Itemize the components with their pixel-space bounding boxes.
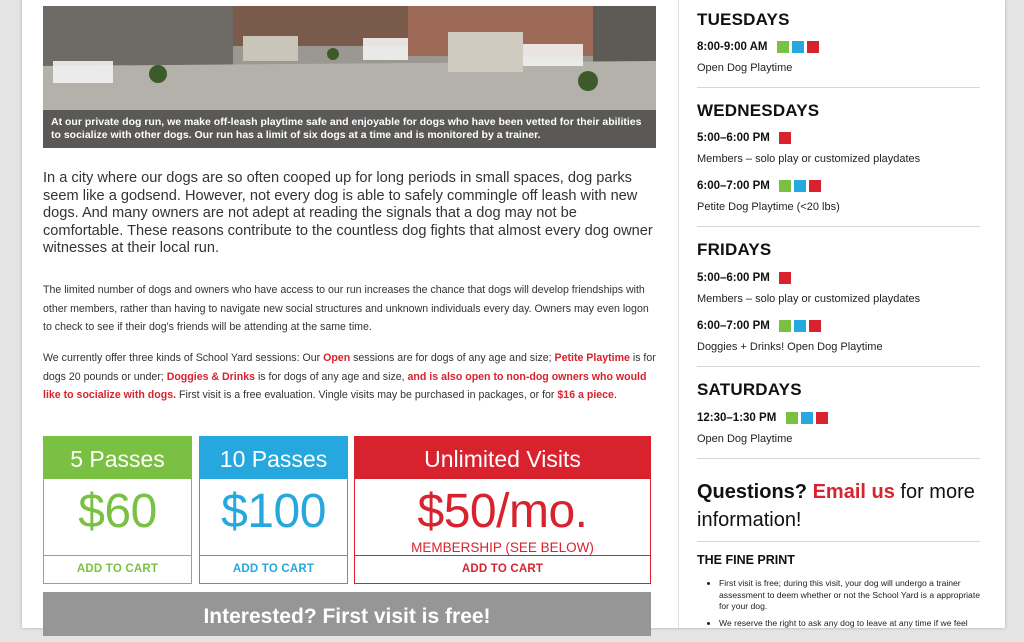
first-visit-banner[interactable]: Interested? First visit is free! — [43, 592, 651, 636]
day-heading-wednesdays: WEDNESDAYS — [697, 101, 820, 120]
email-us-link[interactable]: Email us — [813, 481, 895, 503]
slot-description: Members – solo play or customized playda… — [697, 293, 921, 306]
members-key-square — [806, 40, 819, 53]
column-divider — [678, 0, 679, 628]
members-key-square — [815, 411, 828, 424]
pricing-card-unlimited: Unlimited Visits $50/mo. MEMBERSHIP (SEE… — [354, 436, 651, 584]
page: At our private dog run, we make off-leas… — [22, 0, 1005, 636]
text: . — [613, 389, 617, 402]
schedule-slot: 5:00–6:00 PM Members – solo play or cust… — [697, 269, 983, 305]
membership-note: MEMBERSHIP (SEE BELOW) — [411, 540, 594, 555]
slot-time: 12:30–1:30 PM — [697, 412, 777, 424]
day-heading-tuesdays: TUESDAYS — [697, 10, 790, 29]
open-session-label: Open — [323, 352, 351, 364]
pricing-card-price: $100 — [221, 485, 326, 538]
body-paragraph-sessions: We currently offer three kinds of School… — [43, 349, 656, 405]
petite-key-square — [794, 179, 807, 192]
divider — [697, 366, 980, 367]
pricing-card-10-passes: 10 Passes $100 ADD TO CART — [199, 436, 348, 584]
day-heading-fridays: FRIDAYS — [697, 240, 772, 259]
divider — [697, 226, 980, 227]
open-key-square — [779, 179, 792, 192]
divider — [697, 87, 980, 88]
add-to-cart-button[interactable]: ADD TO CART — [44, 555, 191, 583]
members-key-square — [809, 319, 822, 332]
members-key-square — [779, 271, 792, 284]
session-color-keys — [776, 317, 822, 335]
pricing-card-price: $50/mo. — [417, 485, 588, 538]
pricing-card-title: 5 Passes — [44, 437, 191, 479]
open-key-square — [785, 411, 798, 424]
add-to-cart-button[interactable]: ADD TO CART — [200, 555, 347, 583]
slot-time: 8:00-9:00 AM — [697, 41, 768, 53]
pricing-card-title: 10 Passes — [200, 437, 347, 479]
members-key-square — [779, 131, 792, 144]
schedule-slot: 12:30–1:30 PM Open Dog Playtime — [697, 409, 983, 445]
single-visit-price: $16 a piece — [557, 389, 614, 402]
open-key-square — [779, 319, 792, 332]
dog-run-photo: At our private dog run, we make off-leas… — [43, 6, 656, 148]
intro-paragraph: In a city where our dogs are so often co… — [43, 170, 653, 257]
schedule-slot: 6:00–7:00 PM Petite Dog Playtime (<20 lb… — [697, 177, 983, 213]
questions-callout: Questions? Email us for more information… — [697, 478, 983, 534]
session-color-keys — [776, 269, 792, 287]
session-color-keys — [776, 129, 792, 147]
photo-caption: At our private dog run, we make off-leas… — [43, 110, 656, 148]
body-paragraph-1: The limited number of dogs and owners wh… — [43, 284, 649, 334]
open-key-square — [776, 40, 789, 53]
schedule-sidebar: TUESDAYS 8:00-9:00 AM Open Dog Playtime … — [697, 0, 983, 628]
day-heading-saturdays: SATURDAYS — [697, 380, 802, 399]
text: First visit is a free evaluation. Vingle… — [176, 389, 558, 402]
session-color-keys — [774, 38, 819, 56]
slot-description: Open Dog Playtime — [697, 433, 793, 446]
fine-print-list: First visit is free; during this visit, … — [697, 578, 980, 634]
slot-description: Petite Dog Playtime (<20 lbs) — [697, 201, 840, 214]
pricing-card-title: Unlimited Visits — [355, 437, 650, 479]
slot-description: Members – solo play or customized playda… — [697, 153, 921, 166]
doggies-drinks-label: Doggies & Drinks — [166, 370, 255, 383]
fine-print-heading: THE FINE PRINT — [697, 553, 795, 567]
questions-label: Questions? — [697, 481, 808, 503]
pricing-card-price: $60 — [78, 485, 157, 538]
session-color-keys — [776, 177, 822, 195]
divider — [697, 541, 980, 542]
slot-description: Open Dog Playtime — [697, 62, 793, 75]
slot-time: 5:00–6:00 PM — [697, 272, 770, 284]
text: is for dogs of any age and size, — [255, 370, 408, 383]
petite-key-square — [791, 40, 804, 53]
schedule-slot: 6:00–7:00 PM Doggies + Drinks! Open Dog … — [697, 317, 983, 353]
slot-time: 5:00–6:00 PM — [697, 132, 770, 144]
slot-description: Doggies + Drinks! Open Dog Playtime — [697, 341, 883, 354]
pricing-card-5-passes: 5 Passes $60 ADD TO CART — [43, 436, 192, 584]
text: sessions are for dogs of any age and siz… — [350, 352, 555, 364]
text: We currently offer three kinds of School… — [43, 352, 324, 364]
add-to-cart-button[interactable]: ADD TO CART — [355, 555, 650, 583]
schedule-slot: 8:00-9:00 AM Open Dog Playtime — [697, 38, 983, 74]
petite-playtime-label: Petite Playtime — [554, 352, 630, 364]
divider — [697, 458, 980, 459]
members-key-square — [809, 179, 822, 192]
session-color-keys — [783, 409, 828, 427]
main-column: At our private dog run, we make off-leas… — [43, 0, 656, 636]
petite-key-square — [794, 319, 807, 332]
petite-key-square — [800, 411, 813, 424]
slot-time: 6:00–7:00 PM — [697, 320, 770, 332]
slot-time: 6:00–7:00 PM — [697, 180, 770, 192]
fine-print-item: First visit is free; during this visit, … — [719, 578, 980, 613]
schedule-slot: 5:00–6:00 PM Members – solo play or cust… — [697, 129, 983, 165]
